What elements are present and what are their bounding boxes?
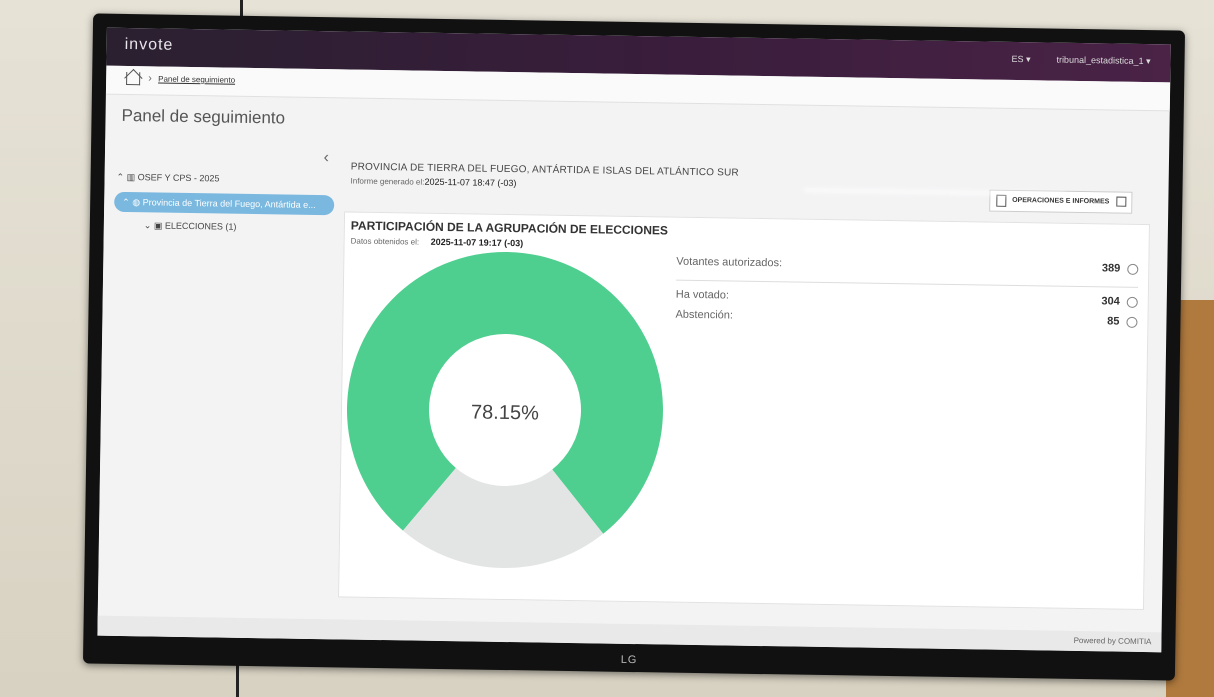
chevron-up-icon: ⌃ bbox=[116, 171, 125, 182]
stat-label: Ha votado: bbox=[675, 288, 730, 302]
sidebar: ‹ ⌃ ▥ OSEF Y CPS - 2025 ⌃ ◍ Provincia de… bbox=[97, 139, 344, 640]
globe-icon: ◍ bbox=[132, 197, 141, 208]
document-icon bbox=[996, 194, 1007, 207]
stat-row-authorized: Votantes autorizados: 389 bbox=[676, 255, 1139, 283]
tv-bezel: invote ES ▾ tribunal_estadistica_1 ▾ › P… bbox=[82, 13, 1186, 681]
stat-label: Abstención: bbox=[675, 308, 734, 322]
stat-value: 389 bbox=[1101, 262, 1121, 275]
participation-card: PARTICIPACIÓN DE LA AGRUPACIÓN DE ELECCI… bbox=[338, 211, 1150, 611]
stat-value: 304 bbox=[1101, 295, 1120, 308]
data-obtained-date: 2025-11-07 19:17 (-03) bbox=[430, 236, 524, 249]
user-menu[interactable]: tribunal_estadistica_1 ▾ bbox=[1056, 55, 1150, 67]
stat-label: Votantes autorizados: bbox=[676, 255, 783, 270]
tv-brand-logo: LG bbox=[620, 653, 638, 667]
info-icon[interactable] bbox=[1127, 263, 1139, 275]
app-brand: invote bbox=[124, 35, 174, 54]
chevron-up-icon: ⌃ bbox=[122, 196, 130, 208]
participation-title: PARTICIPACIÓN DE LA AGRUPACIÓN DE ELECCI… bbox=[350, 218, 669, 238]
chevron-right-icon: › bbox=[148, 72, 152, 85]
participation-percentage: 78.15% bbox=[471, 401, 539, 424]
chevron-down-icon: ⌄ bbox=[143, 220, 152, 231]
language-selector[interactable]: ES ▾ bbox=[1011, 54, 1030, 65]
collapse-sidebar-icon[interactable]: ‹ bbox=[323, 149, 329, 167]
home-icon[interactable] bbox=[126, 71, 141, 86]
ballot-icon: ▣ bbox=[153, 220, 163, 231]
page-title: Panel de seguimiento bbox=[121, 105, 286, 128]
tree-item-elecciones[interactable]: ⌄ ▣ ELECCIONES (1) bbox=[144, 220, 237, 232]
participation-stats: Votantes autorizados: 389 Ha votado: 304… bbox=[675, 255, 1139, 336]
tree-item-label: ELECCIONES (1) bbox=[164, 220, 237, 232]
info-icon[interactable] bbox=[1126, 316, 1138, 328]
external-link-icon bbox=[1116, 196, 1127, 207]
data-obtained-label: Datos obtenidos el: bbox=[350, 236, 420, 247]
tree-item-province[interactable]: ⌃ ◍ Provincia de Tierra del Fuego, Antár… bbox=[114, 191, 335, 216]
info-icon[interactable] bbox=[1126, 296, 1138, 308]
operations-reports-label: OPERACIONES E INFORMES bbox=[1012, 196, 1110, 206]
breadcrumb-item[interactable]: Panel de seguimiento bbox=[158, 74, 235, 84]
generated-label: Informe generado el: bbox=[350, 176, 425, 187]
tree-item-osef[interactable]: ⌃ ▥ OSEF Y CPS - 2025 bbox=[117, 172, 220, 185]
stat-value: 85 bbox=[1107, 315, 1120, 328]
tree-item-label: Provincia de Tierra del Fuego, Antártida… bbox=[142, 197, 316, 210]
screen: invote ES ▾ tribunal_estadistica_1 ▾ › P… bbox=[97, 27, 1171, 653]
province-title: PROVINCIA DE TIERRA DEL FUEGO, ANTÁRTIDA… bbox=[350, 161, 739, 179]
powered-by: Powered by COMITIA bbox=[1073, 635, 1152, 647]
tree-item-label: OSEF Y CPS - 2025 bbox=[137, 172, 220, 184]
main-panel: PROVINCIA DE TIERRA DEL FUEGO, ANTÁRTIDA… bbox=[337, 143, 1151, 652]
participation-donut-chart: 78.15% bbox=[347, 252, 663, 568]
building-icon: ▥ bbox=[126, 172, 136, 183]
generated-date: 2025-11-07 18:47 (-03) bbox=[424, 176, 517, 189]
